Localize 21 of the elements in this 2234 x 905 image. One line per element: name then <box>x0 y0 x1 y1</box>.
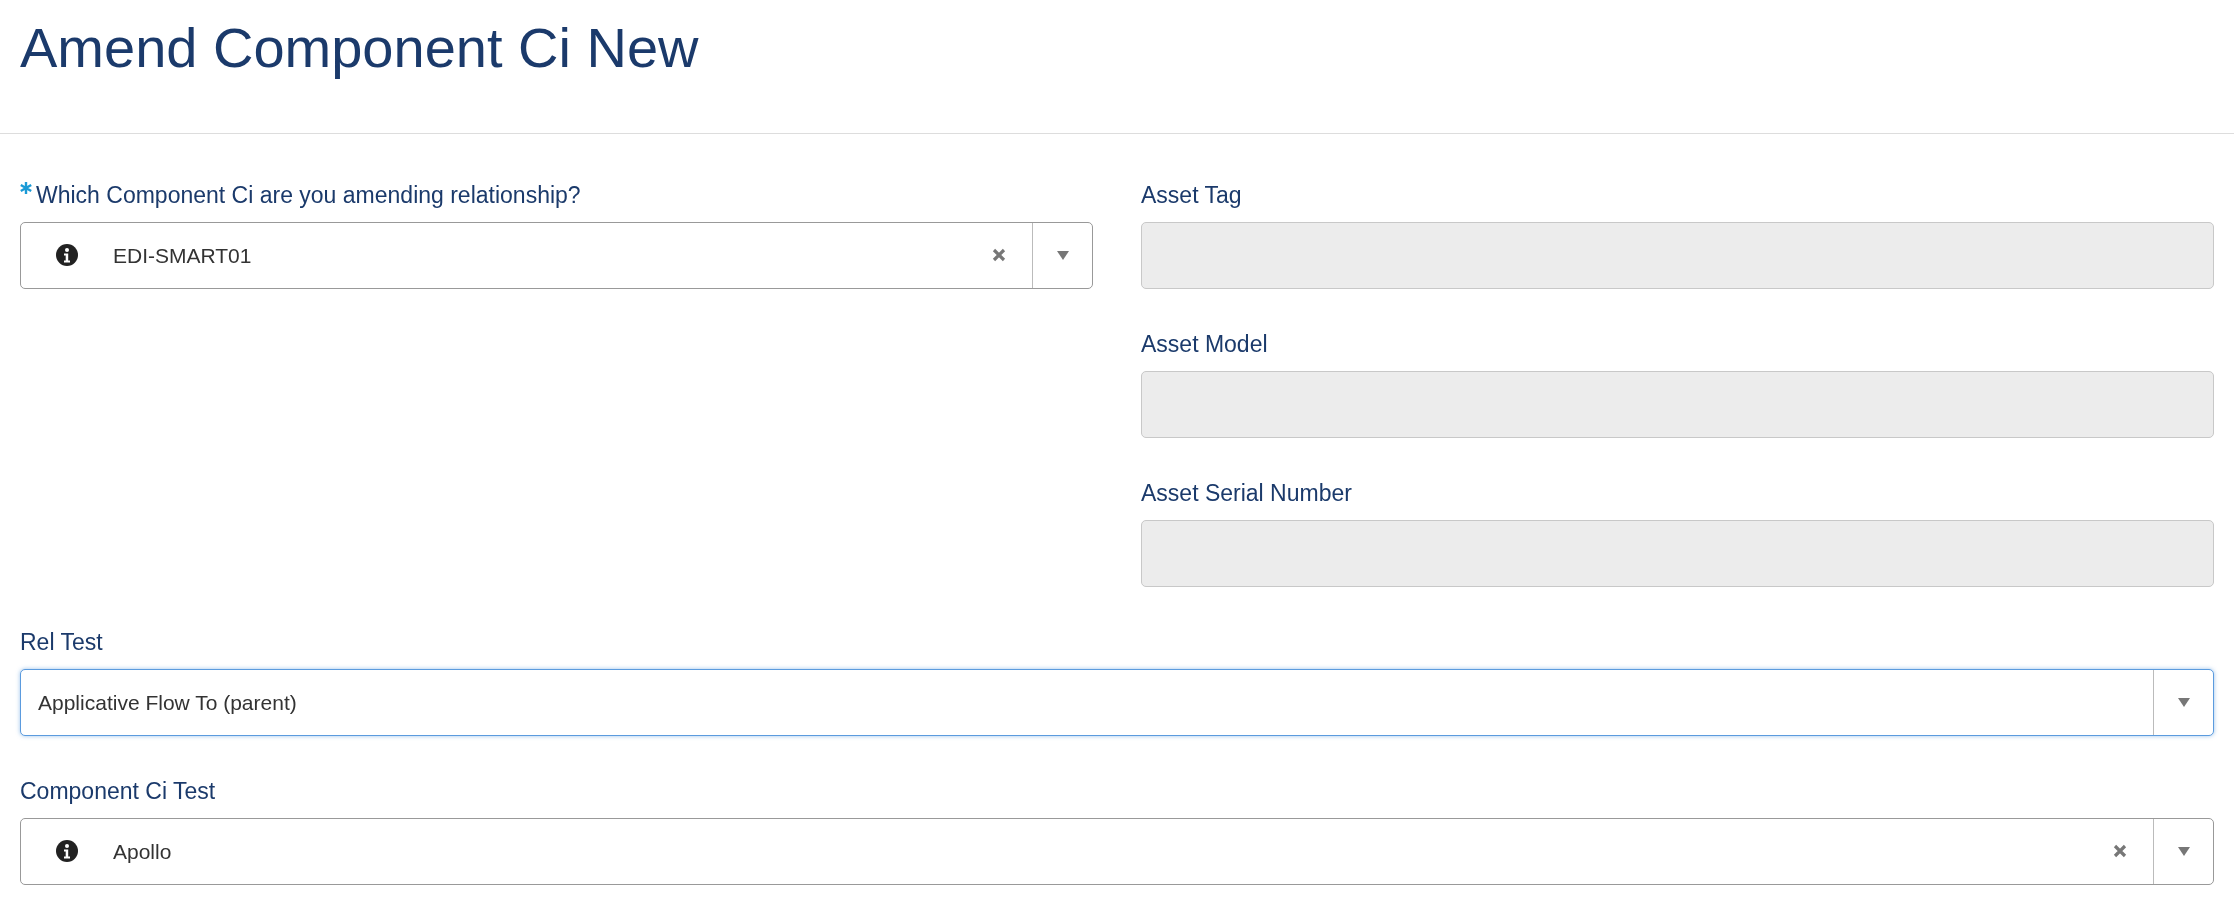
clear-icon[interactable] <box>992 248 1006 263</box>
input-field[interactable] <box>1141 370 2214 438</box>
field-label: Rel Test <box>20 627 103 657</box>
caret-icon[interactable] <box>2177 846 2190 856</box>
field-label: Asset Model <box>1141 329 1268 359</box>
page-title: Amend Component Ci New <box>19 15 700 81</box>
info-icon <box>56 244 78 267</box>
lookup-field[interactable]: EDI-SMART01 <box>20 221 1093 289</box>
input-field[interactable] <box>1141 519 2214 587</box>
input-field[interactable] <box>1141 221 2214 289</box>
field-label: Component Ci Test <box>20 776 216 806</box>
field-label: Asset Serial Number <box>1141 478 1352 508</box>
lookup-field[interactable]: Apollo <box>20 817 2214 885</box>
caret-icon[interactable] <box>2177 697 2190 707</box>
field-label: Which Component Ci are you amending relationship? <box>36 180 581 210</box>
caret-icon[interactable] <box>1056 250 1069 260</box>
info-icon <box>56 840 78 863</box>
select-field[interactable]: Applicative Flow To (parent) <box>20 668 2214 736</box>
field-label: Asset Tag <box>1141 180 1242 210</box>
clear-icon[interactable] <box>2113 844 2127 859</box>
asterisk-icon <box>20 181 32 194</box>
